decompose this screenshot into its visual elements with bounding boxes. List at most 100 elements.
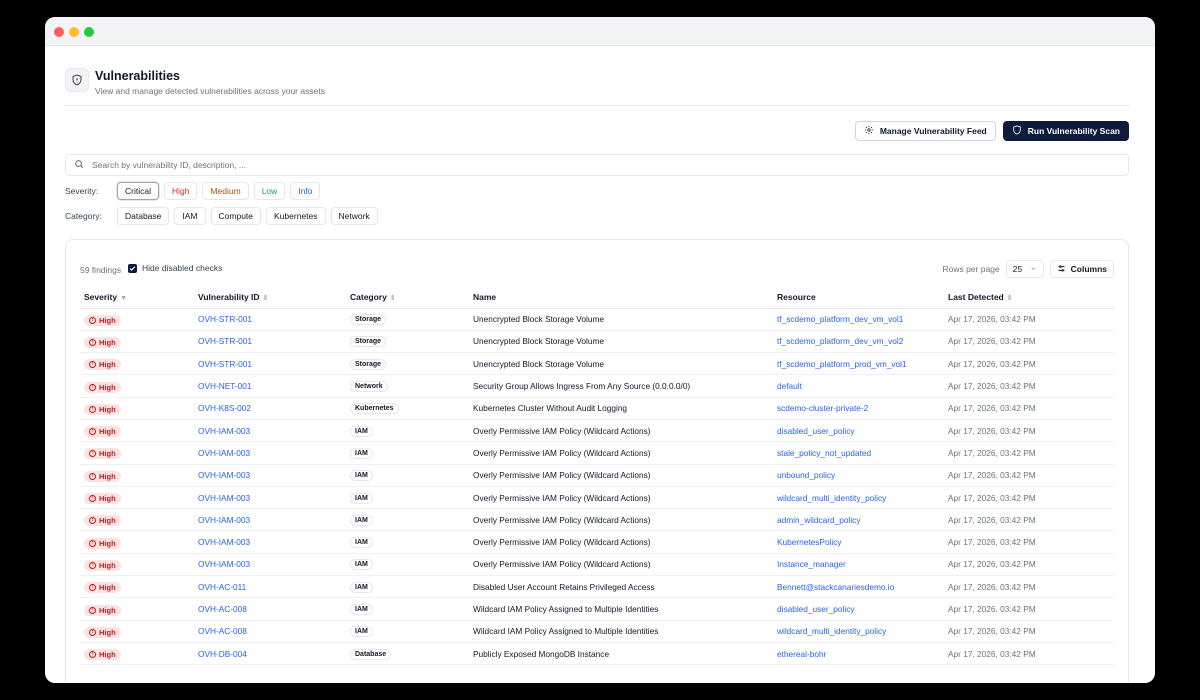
severity-badge: ! High [84, 448, 121, 460]
resource-link[interactable]: scdemo-cluster-private-2 [777, 403, 868, 413]
severity-chip-info[interactable]: Info [290, 182, 321, 200]
table-row[interactable]: ! High OVH-IAM-003 IAM Overly Permissive IAM… [80, 464, 1114, 487]
severity-label: High [99, 560, 116, 570]
vulnerability-id-link[interactable]: OVH-STR-001 [198, 314, 252, 324]
maximize-window-button[interactable] [84, 27, 94, 37]
vulnerability-id-link[interactable]: OVH-IAM-003 [198, 448, 250, 458]
vulnerability-id-cell: OVH-STR-001 [194, 352, 346, 376]
resource-link[interactable]: Bennett@stackcanariesdemo.io [777, 582, 894, 592]
vulnerability-id-link[interactable]: OVH-IAM-003 [198, 493, 250, 503]
vulnerability-id-link[interactable]: OVH-IAM-003 [198, 559, 250, 569]
table-row[interactable]: ! High OVH-DB-004 Database Publicly Exposed … [80, 642, 1114, 666]
manage-vulnerability-feed-button[interactable]: Manage Vulnerability Feed [854, 121, 996, 141]
search-input[interactable] [92, 160, 1094, 170]
table-row[interactable]: ! High OVH-IAM-003 IAM Overly Permissive IAM… [80, 530, 1114, 554]
resource-link[interactable]: wildcard_multi_identity_policy [777, 493, 886, 503]
vulnerability-id-cell: OVH-DB-004 [194, 642, 346, 666]
vulnerability-id-link[interactable]: OVH-AC-008 [198, 604, 247, 614]
table-row[interactable]: ! High OVH-K8S-002 Kubernetes Kubernetes Clu… [80, 397, 1114, 420]
column-header-resource: Resource [773, 286, 944, 309]
name-cell: Security Group Allows Ingress From Any S… [469, 374, 773, 398]
vulnerability-id-link[interactable]: OVH-K8S-002 [198, 403, 251, 413]
column-header-severity[interactable]: Severity ▼ [80, 286, 194, 309]
category-cell: IAM [346, 508, 469, 532]
table-row[interactable]: ! High OVH-IAM-003 IAM Overly Permissive IAM… [80, 553, 1114, 577]
severity-chip-critical[interactable]: Critical [117, 182, 159, 200]
column-header-vulnerability-id[interactable]: Vulnerability ID ⇕ [194, 286, 346, 309]
category-badge: Storage [350, 358, 387, 370]
vulnerability-id-link[interactable]: OVH-DB-004 [198, 649, 247, 659]
category-chip-kubernetes[interactable]: Kubernetes [266, 207, 326, 225]
table-row[interactable]: ! High OVH-STR-001 Storage Unencrypted Block… [80, 308, 1114, 331]
resource-link[interactable]: admin_wildcard_policy [777, 515, 860, 525]
vulnerability-id-link[interactable]: OVH-IAM-003 [198, 537, 250, 547]
table-row[interactable]: ! High OVH-STR-001 Storage Unencrypted Block… [80, 352, 1114, 376]
run-vulnerability-scan-button[interactable]: Run Vulnerability Scan [1002, 121, 1129, 141]
resource-link[interactable]: KubernetesPolicy [777, 537, 842, 547]
last-detected-cell: Apr 17, 2026, 03:42 PM [944, 597, 1114, 621]
columns-button[interactable]: Columns [1049, 260, 1114, 278]
table-row[interactable]: ! High OVH-IAM-003 IAM Overly Permissive IAM… [80, 486, 1114, 510]
alert-circle-icon: ! [89, 495, 96, 503]
vulnerability-id-cell: OVH-AC-008 [194, 620, 346, 643]
category-chip-compute[interactable]: Compute [210, 207, 262, 225]
last-detected-cell: Apr 17, 2026, 03:42 PM [944, 530, 1114, 554]
category-chip-iam[interactable]: IAM [174, 207, 206, 225]
table-row[interactable]: ! High OVH-IAM-003 IAM Overly Permissive IAM… [80, 441, 1114, 465]
category-chip-database[interactable]: Database [117, 207, 170, 225]
severity-label: High [99, 650, 116, 660]
alert-circle-icon: ! [89, 383, 96, 391]
last-detected-cell: Apr 17, 2026, 03:42 PM [944, 330, 1114, 354]
resource-link[interactable]: wildcard_multi_identity_policy [777, 626, 886, 636]
resource-link[interactable]: tf_scdemo_platform_prod_vm_vol1 [777, 359, 907, 369]
table-row[interactable]: ! High OVH-STR-001 Storage Unencrypted Block… [80, 330, 1114, 354]
vulnerability-id-link[interactable]: OVH-NET-001 [198, 381, 251, 391]
severity-cell: ! High [80, 441, 194, 465]
name-cell: Unencrypted Block Storage Volume [469, 352, 773, 376]
severity-chip-low[interactable]: Low [253, 182, 286, 200]
vulnerability-id-link[interactable]: OVH-IAM-003 [198, 426, 250, 436]
minimize-window-button[interactable] [69, 27, 79, 37]
resource-cell: tf_scdemo_platform_prod_vm_vol1 [773, 352, 944, 376]
shield-icon [65, 68, 89, 92]
table-row[interactable]: ! High OVH-IAM-003 IAM Overly Permissive IAM… [80, 508, 1114, 532]
category-cell: IAM [346, 486, 469, 510]
severity-chip-high[interactable]: High [163, 182, 198, 200]
severity-label: High [99, 538, 116, 548]
table-row[interactable]: ! High OVH-IAM-003 IAM Overly Permissive IAM… [80, 419, 1114, 443]
table-row[interactable]: ! High OVH-AC-008 IAM Wildcard IAM Policy As… [80, 597, 1114, 621]
vulnerability-id-link[interactable]: OVH-STR-001 [198, 336, 252, 346]
close-window-button[interactable] [54, 27, 64, 37]
vulnerability-id-link[interactable]: OVH-IAM-003 [198, 515, 250, 525]
resource-link[interactable]: disabled_user_policy [777, 426, 855, 436]
column-header-last-detected[interactable]: Last Detected ⇕ [944, 286, 1114, 309]
alert-circle-icon: ! [89, 628, 96, 636]
resource-link[interactable]: tf_scdemo_platform_dev_vm_vol2 [777, 336, 903, 346]
severity-label: High [99, 605, 116, 615]
hide-disabled-checkbox[interactable]: Hide disabled checks [128, 263, 222, 273]
column-header-label: Vulnerability ID [198, 291, 260, 302]
resource-link[interactable]: default [777, 381, 802, 391]
resource-link[interactable]: Instance_manager [777, 559, 846, 569]
vulnerability-id-link[interactable]: OVH-AC-011 [198, 582, 246, 592]
severity-chip-medium[interactable]: Medium [202, 182, 249, 200]
table-row[interactable]: ! High OVH-AC-008 IAM Wildcard IAM Policy As… [80, 620, 1114, 643]
rows-per-page-select[interactable]: 25 [1005, 260, 1044, 278]
table-row[interactable]: ! High OVH-AC-011 IAM Disabled User Account … [80, 575, 1114, 599]
resource-link[interactable]: ethereal-bohr [777, 649, 826, 659]
vulnerability-id-link[interactable]: OVH-AC-008 [198, 626, 247, 636]
resource-link[interactable]: tf_scdemo_platform_dev_vm_vol1 [777, 314, 903, 324]
severity-badge: ! High [84, 493, 121, 505]
resource-link[interactable]: disabled_user_policy [777, 604, 855, 614]
resource-link[interactable]: unbound_policy [777, 470, 835, 480]
sliders-icon [1057, 264, 1066, 275]
vulnerability-id-cell: OVH-IAM-003 [194, 441, 346, 465]
table-row[interactable]: ! High OVH-NET-001 Network Security Group Al… [80, 374, 1114, 398]
resource-link[interactable]: stale_policy_not_updated [777, 448, 871, 458]
category-chip-network[interactable]: Network [330, 207, 378, 225]
severity-cell: ! High [80, 553, 194, 577]
vulnerability-id-link[interactable]: OVH-STR-001 [198, 359, 252, 369]
column-header-category[interactable]: Category ⇕ [346, 286, 469, 309]
vulnerability-id-link[interactable]: OVH-IAM-003 [198, 470, 250, 480]
resource-cell: admin_wildcard_policy [773, 508, 944, 532]
